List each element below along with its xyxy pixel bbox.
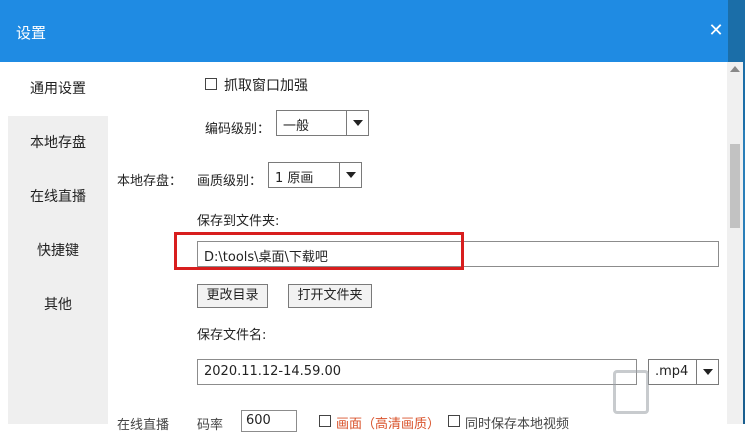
open-folder-button[interactable]: 打开文件夹 — [288, 284, 372, 308]
encoding-level-label: 编码级别： — [205, 122, 271, 137]
sidebar-item-live[interactable]: 在线直播 — [8, 170, 108, 224]
title-bar: 设置 ✕ — [0, 0, 728, 62]
quality-level-label: 画质级别： — [197, 174, 263, 189]
sidebar-item-hotkeys[interactable]: 快捷键 — [8, 224, 108, 278]
encoding-level-value: 一般 — [283, 119, 310, 134]
scroll-thumb[interactable] — [730, 144, 740, 228]
window-title: 设置 — [16, 24, 47, 42]
local-save-section-label: 本地存盘： — [117, 174, 183, 189]
hd-checkbox-label: 画面（高清画质） — [336, 417, 441, 432]
save-folder-label: 保存到文件夹: — [197, 214, 280, 229]
settings-sidebar: 通用设置 本地存盘 在线直播 快捷键 其他 — [8, 62, 108, 424]
capture-enhance-label: 抓取窗口加强 — [224, 78, 308, 94]
capture-enhance-checkbox[interactable] — [205, 78, 217, 90]
sidebar-item-other[interactable]: 其他 — [8, 278, 108, 332]
save-local-video-checkbox[interactable] — [448, 415, 460, 427]
bitrate-input[interactable]: 600 — [241, 410, 297, 432]
save-folder-input[interactable]: D:\tools\桌面\下载吧 — [197, 241, 719, 267]
chevron-down-icon — [346, 111, 368, 135]
quality-level-select[interactable]: 1 原画 — [268, 162, 362, 188]
watermark-icon — [613, 370, 649, 414]
scroll-up-icon[interactable] — [730, 66, 740, 72]
hd-checkbox[interactable] — [319, 415, 331, 427]
save-filename-input[interactable]: 2020.11.12-14.59.00 — [197, 359, 637, 385]
save-local-video-label: 同时保存本地视频 — [465, 417, 570, 432]
save-filename-label: 保存文件名: — [197, 328, 267, 343]
sidebar-item-general[interactable]: 通用设置 — [8, 62, 108, 116]
content-scrollbar[interactable] — [727, 62, 743, 424]
close-icon[interactable]: ✕ — [706, 21, 726, 41]
watermark-logo — [607, 362, 725, 424]
sidebar-item-local-save[interactable]: 本地存盘 — [8, 116, 108, 170]
change-directory-button[interactable]: 更改目录 — [197, 284, 268, 308]
chevron-down-icon — [339, 163, 361, 187]
quality-level-value: 1 原画 — [275, 171, 314, 186]
encoding-level-select[interactable]: 一般 — [276, 110, 369, 136]
settings-dialog: 设置 ✕ 通用设置 本地存盘 在线直播 快捷键 其他 抓取窗口加强 编码级别： … — [0, 0, 743, 433]
